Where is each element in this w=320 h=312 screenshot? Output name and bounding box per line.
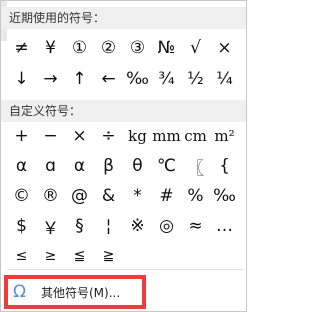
symbol-cell[interactable]: × [65,121,94,151]
symbol-cell[interactable]: ½ [181,63,210,94]
recent-symbols-grid: ≠ ¥ ① ② ③ № √ × ↓ → ↑ ← ‰ ¾ ½ ¼ [7,32,239,94]
symbol-cell[interactable]: α [7,151,36,181]
symbol-cell[interactable]: @ [65,181,94,211]
symbol-cell[interactable]: # [152,181,181,211]
symbol-cell[interactable]: ※ [123,211,152,241]
symbol-cell[interactable]: 〖 [181,151,210,181]
symbol-cell[interactable]: ② [94,32,123,63]
symbol-cell[interactable]: $ [7,211,36,241]
symbol-cell[interactable]: kg [123,121,152,151]
symbol-cell[interactable]: ≤ [7,241,36,271]
symbol-cell[interactable]: ≈ [181,211,210,241]
symbol-cell[interactable]: * [123,181,152,211]
symbol-cell[interactable]: ← [94,63,123,94]
divider [7,269,243,270]
symbol-cell[interactable]: α [65,151,94,181]
symbol-cell[interactable]: + [7,121,36,151]
symbol-cell[interactable]: m² [210,121,239,151]
symbol-cell[interactable]: ¾ [152,63,181,94]
symbol-cell[interactable]: % [181,181,210,211]
symbol-cell[interactable]: ① [65,32,94,63]
symbol-cell[interactable]: ↓ [7,63,36,94]
symbol-cell[interactable]: § [65,211,94,241]
symbol-cell[interactable]: √ [181,32,210,63]
symbol-cell[interactable]: & [94,181,123,211]
symbol-cell[interactable]: © [7,181,36,211]
symbol-cell[interactable]: ‰ [210,181,239,211]
recent-symbols-title: 近期使用的符号： [1,7,246,29]
symbol-cell[interactable]: θ [123,151,152,181]
symbol-cell[interactable]: ¥ [36,32,65,63]
symbol-cell[interactable]: … [210,211,239,241]
symbol-cell[interactable]: cm [181,121,210,151]
symbol-cell[interactable]: ↑ [65,63,94,94]
symbol-cell[interactable]: ÷ [94,121,123,151]
symbol-cell[interactable]: ③ [123,32,152,63]
symbol-cell[interactable]: ¦ [94,211,123,241]
symbol-cell[interactable]: № [152,32,181,63]
symbol-cell[interactable]: ≦ [65,241,94,271]
symbol-cell[interactable]: ≥ [36,241,65,271]
symbol-cell[interactable]: ɑ [36,151,65,181]
symbol-cell[interactable]: − [36,121,65,151]
symbol-cell[interactable]: ◎ [152,211,181,241]
more-symbols-button[interactable]: Ω 其他符号(M)... [4,275,146,309]
custom-symbols-title: 自定义符号： [1,100,246,122]
more-symbols-label: 其他符号(M)... [41,285,121,300]
symbol-cell[interactable]: ￥ [36,211,65,241]
symbol-dropdown-panel: 近期使用的符号： ≠ ¥ ① ② ③ № √ × ↓ → ↑ ← ‰ ¾ ½ ¼… [0,0,247,312]
symbol-cell[interactable]: ≧ [94,241,123,271]
symbol-cell[interactable]: → [36,63,65,94]
symbol-cell[interactable]: ® [36,181,65,211]
symbol-cell[interactable]: ℃ [152,151,181,181]
symbol-cell[interactable]: ¼ [210,63,239,94]
omega-icon: Ω [13,282,26,302]
symbol-cell[interactable]: { [210,151,239,181]
custom-symbols-grid: + − × ÷ kg mm cm m² α ɑ α β θ ℃ 〖 { © ® … [7,121,239,271]
symbol-cell[interactable]: × [210,32,239,63]
symbol-cell[interactable]: ≠ [7,32,36,63]
symbol-cell[interactable]: ‰ [123,63,152,94]
symbol-cell[interactable]: mm [152,121,181,151]
symbol-cell[interactable]: β [94,151,123,181]
